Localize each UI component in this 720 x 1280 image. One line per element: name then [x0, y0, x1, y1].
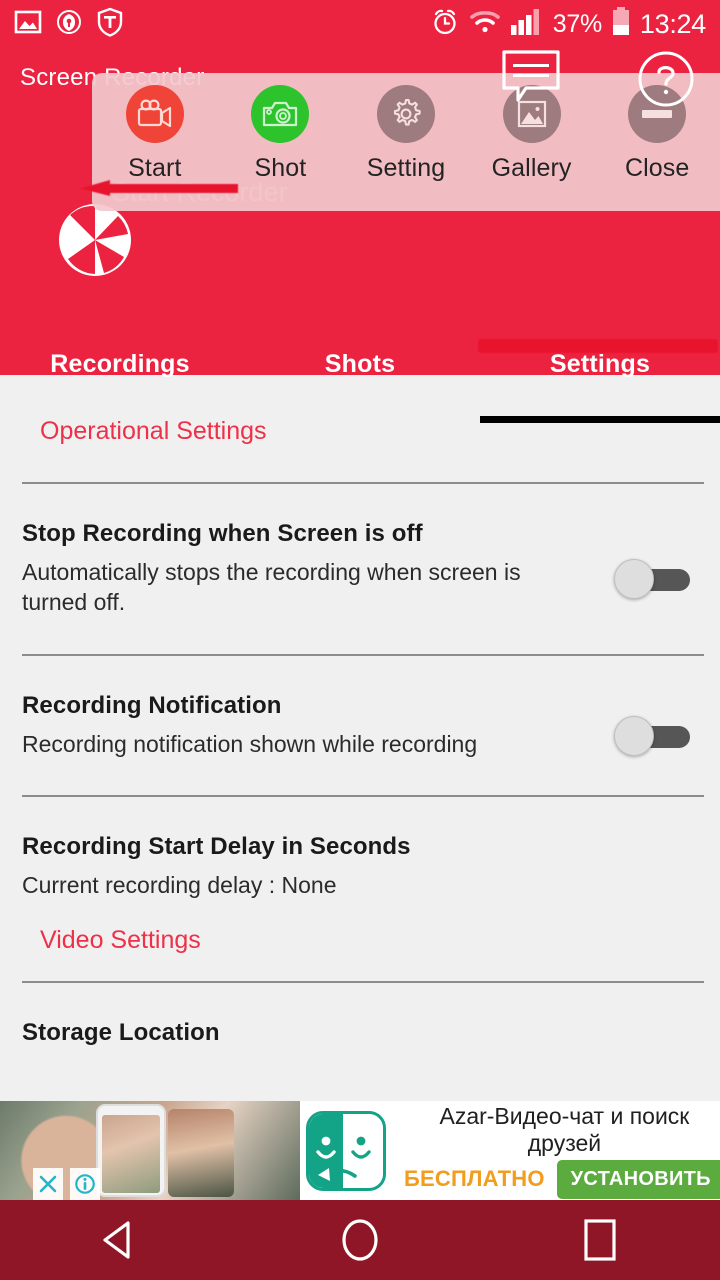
signal-icon	[510, 8, 544, 41]
recents-button[interactable]	[480, 1215, 720, 1265]
setting-row-storage-location[interactable]: Storage Location	[0, 983, 720, 1047]
toolbar-item-setting-label: Setting	[366, 154, 446, 182]
toolbar-item-close-label: Close	[624, 154, 690, 182]
toolbar-item-start-label: Start	[128, 154, 182, 182]
home-button[interactable]	[240, 1215, 480, 1265]
toggle-stop-recording[interactable]	[614, 559, 690, 599]
help-question-icon[interactable]	[637, 50, 695, 113]
setting-row-stop-recording-subtitle: Automatically stops the recording when s…	[22, 559, 521, 616]
toggle-knob	[614, 715, 654, 756]
azar-smiley-icon	[306, 1110, 386, 1191]
gear-icon	[376, 85, 435, 143]
ad-app-logo	[300, 1101, 392, 1200]
video-camera-icon	[125, 85, 184, 143]
annotation-arrow-icon	[80, 180, 238, 196]
status-bar-right-icons: 37% 13:24	[430, 6, 706, 42]
ad-cta-row: БЕСПЛАТНО УСТАНОВИТЬ	[404, 1159, 720, 1199]
toggle-recording-notification[interactable]	[614, 715, 690, 756]
toolbar-item-setting[interactable]: Setting	[343, 73, 469, 211]
photo-camera-icon	[251, 85, 310, 143]
setting-row-stop-recording-title: Stop Recording when Screen is off	[22, 520, 423, 547]
alarm-icon	[430, 7, 460, 42]
setting-row-recording-notification-title: Recording Notification	[22, 691, 282, 719]
phone-screen: 37% 13:24 Screen Recorder Start Recorder	[0, 0, 720, 1280]
speech-bubble-icon[interactable]	[500, 48, 562, 115]
ad-title: Azar-Видео-чат и поиск друзей	[439, 1103, 690, 1156]
tab-recordings[interactable]: Recordings	[0, 333, 240, 423]
setting-row-recording-notification[interactable]: Recording Notification Recording notific…	[0, 656, 720, 759]
ad-text-block: Azar-Видео-чат и поиск друзей БЕСПЛАТНО …	[392, 1101, 720, 1200]
triangle-back-icon	[103, 1221, 130, 1259]
annotation-highlight-bar	[478, 339, 718, 353]
setting-row-start-delay-title: Recording Start Delay in Seconds	[22, 833, 411, 861]
toggle-knob	[614, 559, 654, 599]
ad-close-button[interactable]	[33, 1168, 63, 1200]
tab-shots[interactable]: Shots	[240, 333, 480, 423]
ad-face-photo	[168, 1109, 234, 1197]
tab-recordings-label: Recordings	[50, 350, 190, 378]
trust-shield-icon	[96, 7, 124, 42]
back-button[interactable]	[0, 1217, 240, 1263]
setting-row-recording-notification-subtitle: Recording notification shown while recor…	[22, 730, 478, 757]
toolbar-item-gallery-label: Gallery	[491, 154, 572, 182]
setting-row-start-delay[interactable]: Recording Start Delay in Seconds Current…	[0, 797, 720, 900]
shutter-logo-icon	[58, 203, 132, 277]
status-bar-left-icons	[14, 7, 124, 42]
setting-row-start-delay-subtitle: Current recording delay : None	[22, 872, 337, 899]
image-icon	[14, 8, 42, 41]
ad-phone-screen	[102, 1115, 160, 1193]
ad-banner[interactable]: Azar-Видео-чат и поиск друзей БЕСПЛАТНО …	[0, 1101, 720, 1200]
ad-free-label: БЕСПЛАТНО	[404, 1166, 545, 1192]
clock-label: 13:24	[639, 8, 706, 39]
wifi-icon	[469, 9, 501, 40]
battery-icon	[611, 6, 631, 42]
tab-settings-label: Settings	[549, 350, 651, 378]
setting-row-stop-recording[interactable]: Stop Recording when Screen is off Automa…	[0, 484, 720, 618]
ad-image	[0, 1101, 300, 1200]
ad-phone-mockup	[96, 1104, 166, 1197]
settings-content: Operational Settings Stop Recording when…	[0, 375, 720, 1101]
system-nav-bar	[0, 1200, 720, 1280]
info-icon	[75, 1174, 95, 1194]
video-settings-link[interactable]: Video Settings	[0, 900, 720, 955]
status-bar: 37% 13:24	[0, 0, 720, 48]
circle-home-icon	[342, 1219, 378, 1261]
setting-row-storage-location-title: Storage Location	[22, 1019, 220, 1047]
ad-info-button[interactable]	[70, 1168, 100, 1200]
battery-percent-label: 37%	[552, 9, 602, 38]
tab-shots-label: Shots	[324, 350, 396, 378]
close-x-icon	[39, 1175, 57, 1193]
key-shield-icon	[56, 8, 82, 41]
ad-install-button[interactable]: УСТАНОВИТЬ	[556, 1159, 720, 1199]
square-recents-icon	[584, 1219, 616, 1261]
toolbar-item-shot-label: Shot	[254, 154, 307, 182]
